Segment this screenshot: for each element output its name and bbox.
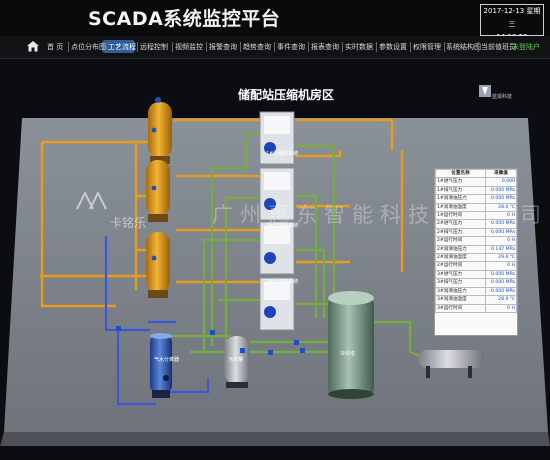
compressor-1-label: 1#压缩机系统: [266, 151, 299, 157]
app-title: SCADA系统监控平台: [88, 8, 281, 30]
cooling-tower-label: 冷却塔: [340, 351, 356, 357]
row-name: 3#润滑油压力: [435, 286, 486, 297]
nav-separator: [240, 42, 241, 52]
column-header: 位置名称: [435, 168, 486, 179]
nav-point-map[interactable]: 点位分布图: [71, 42, 106, 52]
row-name: 3#进气压力: [435, 269, 486, 280]
sewage-tank-label: 污水罐: [228, 357, 244, 363]
nav-param-settings[interactable]: 参数设置: [379, 42, 407, 52]
row-value: 29.6 ℃: [485, 253, 517, 263]
table-row: 3#润滑油压力 0.000 MPa: [435, 286, 517, 297]
nav-current-user[interactable]: 未登陆户: [512, 42, 540, 52]
room-title: 储配站压缩机房区: [238, 88, 335, 102]
row-value: 0.000 MPa: [485, 219, 517, 229]
header-bar: SCADA系统监控平台 2017-12-13 星期三 14:19:59: [0, 0, 550, 41]
row-value: 0.000 MPa: [485, 269, 517, 280]
compressor-3-label: 3#压缩机系统: [266, 279, 299, 285]
row-name: 1#排气压力: [435, 185, 486, 196]
row-value: 28.9 ℃: [485, 295, 517, 305]
nav-system-structure[interactable]: 系统结构图: [446, 42, 481, 52]
home-icon[interactable]: [26, 39, 40, 53]
row-value: 0.000 MPa: [485, 194, 517, 204]
separator-label: 气水分离器: [154, 357, 180, 363]
date-week: 2017-12-13 星期三: [483, 7, 541, 28]
data-panel: 位置名称 采集值 1#进气压力 0.000 1#排气压力 0.000 MPa 1#润…: [434, 168, 518, 336]
nav-process-flow[interactable]: 工艺流程: [108, 42, 136, 52]
table-row: 1#运行时间 0 H: [435, 211, 517, 221]
table-row: 1#润滑油温度 28.0 ℃: [435, 202, 517, 213]
nav-separator: [410, 42, 411, 52]
nav-separator: [274, 42, 275, 52]
nav-permission[interactable]: 权限管理: [413, 42, 441, 52]
separator-tank: [150, 333, 172, 398]
table-row: 1#排气压力 0.000 MPa: [435, 185, 517, 196]
table-row: 3#运行时间 0 H: [435, 303, 517, 313]
nav-home[interactable]: 首 页: [47, 42, 63, 52]
nav-separator: [444, 42, 445, 52]
row-name: 1#润滑油温度: [435, 202, 486, 213]
brand-logo-icon: [479, 85, 491, 97]
nav-separator: [172, 42, 173, 52]
data-table: 位置名称 采集值 1#进气压力 0.000 1#排气压力 0.000 MPa 1#润…: [435, 168, 517, 313]
table-row: 3#排气压力 0.000 MPa: [435, 278, 517, 288]
row-name: 2#进气压力: [435, 219, 486, 229]
row-name: 1#进气压力: [435, 177, 486, 187]
watermark-logo-icon: [76, 192, 107, 210]
nav-separator: [478, 42, 479, 52]
table-header-row: 位置名称 采集值: [435, 168, 517, 179]
nav-report-query[interactable]: 报表查询: [311, 42, 339, 52]
row-value: 0.000 MPa: [485, 227, 517, 238]
row-name: 1#运行时间: [435, 211, 486, 221]
nav-remote-control[interactable]: 远程控制: [140, 42, 168, 52]
watermark-brand: 卡铭乐: [110, 216, 147, 230]
table-row: 2#排气压力 0.000 MPa: [435, 227, 517, 238]
nav-separator: [376, 42, 377, 52]
row-name: 3#润滑油温度: [435, 295, 486, 305]
row-name: 3#运行时间: [435, 303, 486, 313]
row-value: 0 H: [485, 211, 517, 221]
table-row: 3#进气压力 0.000 MPa: [435, 269, 517, 280]
row-value: 0.000 MPa: [485, 286, 517, 297]
table-row: 2#运行时间 0 H: [435, 236, 517, 246]
nav-on-duty-label: 当前值班员: [481, 43, 516, 51]
row-value: 0.000: [485, 177, 517, 187]
gas-storage-tanks: [146, 97, 172, 298]
nav-video-monitor[interactable]: 视频监控: [175, 42, 203, 52]
nav-trend-query[interactable]: 趋势查询: [243, 42, 271, 52]
brand-logo-label: 蓝狐科技: [492, 94, 513, 100]
row-name: 2#润滑油压力: [435, 244, 486, 255]
column-header: 采集值: [485, 168, 517, 179]
row-name: 2#排气压力: [435, 227, 486, 238]
nav-separator: [342, 42, 343, 52]
row-value: 0 H: [485, 303, 517, 313]
table-row: 1#润滑油压力 0.000 MPa: [435, 194, 517, 204]
table-row: 2#运行时间 0 H: [435, 261, 517, 271]
nav-separator: [137, 42, 138, 52]
nav-separator: [308, 42, 309, 52]
row-value: 0.147 MPa: [485, 244, 517, 255]
row-name: 1#润滑油压力: [435, 194, 486, 204]
row-name: 2#运行时间: [435, 261, 486, 271]
cooling-tower: [328, 291, 374, 399]
nav-separator: [206, 42, 207, 52]
nav-separator: [68, 42, 69, 52]
nav-alarm-query[interactable]: 报警查询: [209, 42, 237, 52]
table-row: 2#润滑油压力 0.147 MPa: [435, 244, 517, 255]
table-row: 3#润滑油温度 28.9 ℃: [435, 295, 517, 305]
row-value: 0 H: [485, 236, 517, 246]
row-name: 2#运行时间: [435, 236, 486, 246]
nav-realtime-data[interactable]: 实时数据: [345, 42, 373, 52]
row-name: 2#润滑油温度: [435, 253, 486, 263]
table-row: 2#润滑油温度 29.6 ℃: [435, 253, 517, 263]
datetime-box: 2017-12-13 星期三 14:19:59: [480, 4, 544, 41]
table-row: 1#进气压力 0.000: [435, 177, 517, 187]
row-value: 28.0 ℃: [485, 202, 517, 213]
row-value: 0.000 MPa: [485, 278, 517, 288]
nav-separator: [106, 42, 107, 52]
row-value: 0.000 MPa: [485, 185, 517, 196]
row-value: 0 H: [485, 261, 517, 271]
table-row: 2#进气压力 0.000 MPa: [435, 219, 517, 229]
nav-event-query[interactable]: 事件查询: [277, 42, 305, 52]
row-name: 3#排气压力: [435, 278, 486, 288]
